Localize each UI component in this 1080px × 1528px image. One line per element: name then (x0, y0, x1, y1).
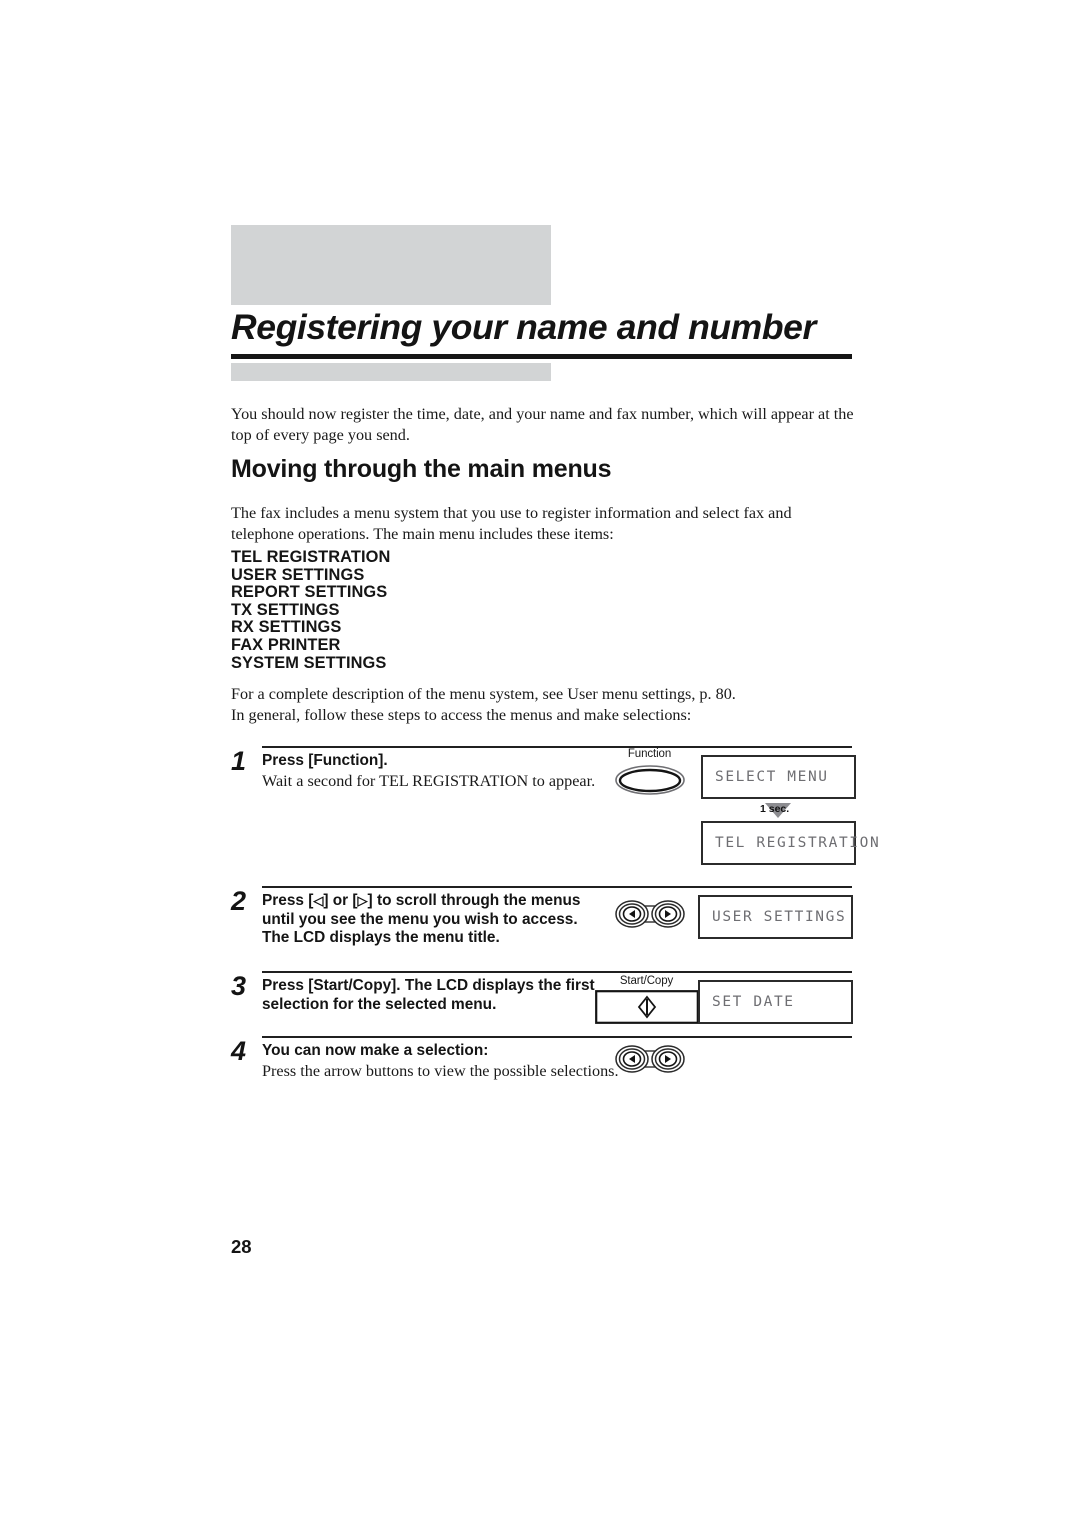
step-divider-rule (262, 886, 852, 888)
menu-list-item: RX SETTINGS (231, 618, 342, 637)
step-number: 3 (231, 971, 247, 1001)
left-arrow-glyph-icon: ◁ (313, 893, 324, 908)
step-text: Press [◁] or [▷] to scroll through the m… (262, 892, 602, 948)
arrow-rocker-button-icon[interactable] (613, 1044, 687, 1074)
start-copy-button-label: Start/Copy (619, 975, 674, 987)
step-divider-rule (262, 971, 852, 973)
menu-list-item: REPORT SETTINGS (231, 583, 388, 602)
step-divider-rule (262, 1036, 852, 1038)
step2-text-pre: Press [ (262, 892, 314, 909)
menu-list-item: TEL REGISTRATION (231, 548, 391, 566)
arrow-rocker-button-group[interactable] (602, 899, 697, 929)
lcd-display-set-date: SET DATE (698, 980, 853, 1024)
transition-delay-label: 1 sec. (760, 803, 790, 815)
lcd-display-tel-registration: TEL REGISTRATION (701, 821, 879, 865)
after-menu-paragraph: For a complete description of the menu s… (231, 684, 856, 726)
section-paragraph: The fax includes a menu system that you … (231, 504, 792, 543)
lcd-text: USER SETTINGS (712, 909, 847, 925)
menu-list-item: SYSTEM SETTINGS (231, 653, 387, 672)
arrow-rocker-button-group[interactable] (602, 1044, 697, 1074)
step-plain-detail: Press the arrow buttons to view the poss… (262, 1061, 619, 1080)
step-bold-instruction: Press [◁] or [▷] to scroll through the m… (262, 892, 602, 948)
lcd-text: SET DATE (712, 994, 795, 1010)
header-gray-block-top (231, 225, 551, 305)
page-title: Registering your name and number (231, 307, 816, 347)
step-text: Press [Start/Copy]. The LCD displays the… (262, 977, 602, 1014)
section-heading: Moving through the main menus (231, 455, 612, 483)
step-bold-instruction: Press [Function]. (262, 752, 388, 769)
step-number: 2 (231, 886, 247, 916)
title-underline-rule (231, 354, 852, 359)
main-menu-item-list: TEL REGISTRATION USER SETTINGS REPORT SE… (231, 548, 391, 672)
lcd-text: SELECT MENU (715, 769, 829, 785)
step-number: 4 (231, 1036, 247, 1066)
lcd-display-select-menu: SELECT MENU (701, 755, 856, 799)
step-3: 3 Press [Start/Copy]. The LCD displays t… (231, 971, 856, 1041)
step2-text-mid: ] or [ (323, 892, 358, 909)
menu-list-item: USER SETTINGS (231, 565, 365, 584)
step-number: 1 (231, 746, 247, 776)
function-button-group[interactable]: Function (602, 748, 697, 796)
step-divider-rule (262, 746, 852, 748)
step-4: 4 You can now make a selection: Press th… (231, 1036, 856, 1098)
lcd-display-user-settings: USER SETTINGS (698, 895, 853, 939)
oval-button-icon[interactable] (614, 764, 686, 796)
step-bold-instruction: Press [Start/Copy]. The LCD displays the… (262, 977, 595, 1013)
step-text: Press [Function]. Wait a second for TEL … (262, 752, 602, 791)
step-2: 2 Press [◁] or [▷] to scroll through the… (231, 886, 856, 968)
step-bold-instruction: You can now make a selection: (262, 1042, 489, 1059)
right-arrow-glyph-icon: ▷ (357, 893, 368, 908)
after-menu-line-2: In general, follow these steps to access… (231, 706, 692, 724)
manual-page: Registering your name and number You sho… (0, 0, 1080, 1528)
start-copy-button-icon[interactable] (594, 990, 699, 1024)
after-menu-line-1: For a complete description of the menu s… (231, 685, 736, 703)
header-gray-block-bottom (231, 363, 551, 381)
step-text: You can now make a selection: Press the … (262, 1042, 632, 1081)
function-button-label: Function (627, 748, 672, 760)
page-number: 28 (231, 1236, 252, 1257)
menu-list-item: FAX PRINTER (231, 635, 341, 654)
start-copy-button-group[interactable]: Start/Copy (589, 975, 704, 1024)
intro-paragraph: You should now register the time, date, … (231, 405, 854, 444)
lcd-text: TEL REGISTRATION (715, 835, 881, 851)
menu-list-item: TX SETTINGS (231, 600, 340, 619)
arrow-rocker-button-icon[interactable] (613, 899, 687, 929)
step-1: 1 Press [Function]. Wait a second for TE… (231, 746, 879, 876)
step-plain-detail: Wait a second for TEL REGISTRATION to ap… (262, 771, 596, 790)
